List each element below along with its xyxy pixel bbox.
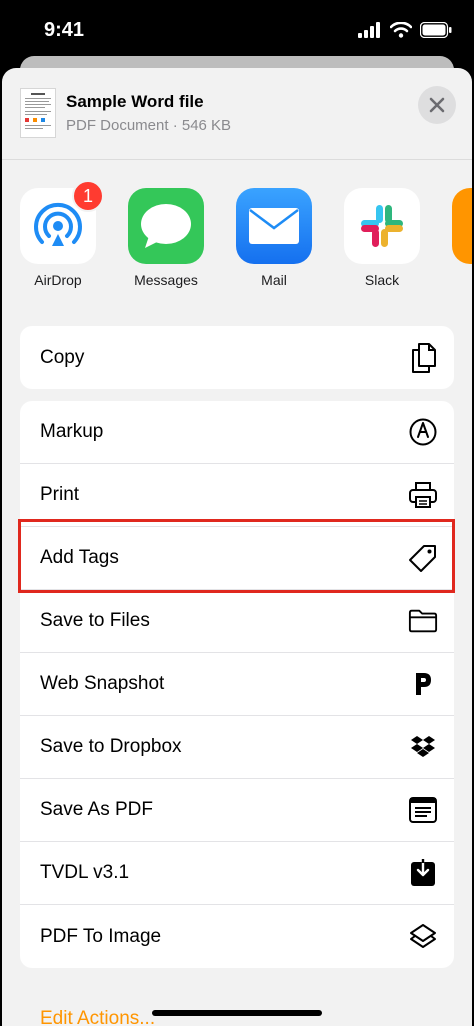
action-label: Print xyxy=(40,484,80,505)
copy-icon xyxy=(408,342,438,373)
app-label: Mail xyxy=(261,272,287,288)
slack-app-icon xyxy=(344,188,420,264)
app-books[interactable]: B xyxy=(451,188,472,288)
action-pdf-to-image[interactable]: PDF To Image xyxy=(20,905,454,968)
app-label: AirDrop xyxy=(34,272,82,288)
action-markup[interactable]: Markup xyxy=(20,401,454,464)
app-airdrop[interactable]: 1 AirDrop xyxy=(19,180,104,288)
messages-app-icon xyxy=(128,188,204,264)
shortcuts-icon xyxy=(408,922,438,952)
action-label: PDF To Image xyxy=(40,925,162,947)
books-app-icon xyxy=(452,188,472,264)
app-label: B xyxy=(451,272,472,288)
action-label: Copy xyxy=(40,346,85,368)
status-bar: 9:41 xyxy=(0,0,474,62)
pinterest-p-icon xyxy=(408,669,438,699)
slack-icon xyxy=(361,205,403,247)
battery-icon xyxy=(420,22,452,38)
edit-actions-link[interactable]: Edit Actions... xyxy=(40,1008,155,1026)
dropbox-icon xyxy=(408,732,438,762)
mail-icon xyxy=(249,208,299,244)
action-label: Save to Dropbox xyxy=(40,736,182,757)
action-save-as-pdf[interactable]: Save As PDF xyxy=(20,779,454,842)
cellular-signal-icon xyxy=(358,22,380,38)
books-icon xyxy=(470,206,472,246)
airdrop-badge: 1 xyxy=(72,180,104,212)
app-slack[interactable]: Slack xyxy=(343,188,421,288)
printer-icon xyxy=(408,480,438,510)
app-messages[interactable]: Messages xyxy=(127,188,205,288)
close-button[interactable] xyxy=(418,86,456,124)
action-copy[interactable]: Copy xyxy=(20,326,454,389)
action-save-to-files[interactable]: Save to Files xyxy=(20,590,454,653)
app-label: Slack xyxy=(364,272,400,288)
app-label: Messages xyxy=(134,272,198,288)
action-label: TVDL v3.1 xyxy=(40,862,130,883)
save-to-files-highlight xyxy=(18,519,455,593)
folder-icon xyxy=(408,606,438,636)
copy-group: Copy xyxy=(20,326,454,389)
markup-icon xyxy=(408,417,438,447)
document-title: Sample Word file xyxy=(66,92,204,111)
action-label: Web Snapshot xyxy=(40,673,165,694)
home-indicator xyxy=(152,1010,322,1016)
mail-app-icon xyxy=(236,188,312,264)
document-thumbnail xyxy=(20,88,56,138)
action-tvdl[interactable]: TVDL v3.1 xyxy=(20,842,454,905)
download-icon xyxy=(408,858,438,888)
action-label: Save to Files xyxy=(40,610,150,631)
pdf-doc-icon xyxy=(408,795,438,825)
action-label: Save As PDF xyxy=(40,799,153,820)
wifi-icon xyxy=(390,22,412,38)
share-header: Sample Word file PDF Document · 546 KB xyxy=(2,68,472,160)
airdrop-app-icon: 1 xyxy=(20,180,104,264)
app-mail[interactable]: Mail xyxy=(235,188,313,288)
action-save-to-dropbox[interactable]: Save to Dropbox xyxy=(20,716,454,779)
action-web-snapshot[interactable]: Web Snapshot xyxy=(20,653,454,716)
action-label: Markup xyxy=(40,421,104,442)
xmark-icon xyxy=(429,97,445,113)
document-subtitle: PDF Document · 546 KB xyxy=(66,117,232,134)
status-time: 9:41 xyxy=(44,19,85,41)
status-icons xyxy=(358,22,452,38)
app-suggestions-row: 1 AirDrop Messages Mail Slack xyxy=(2,180,472,298)
actions-group: Markup Print Add Tags Save to Files Web … xyxy=(20,401,454,968)
action-print[interactable]: Print xyxy=(20,464,454,527)
messages-icon xyxy=(141,204,191,248)
